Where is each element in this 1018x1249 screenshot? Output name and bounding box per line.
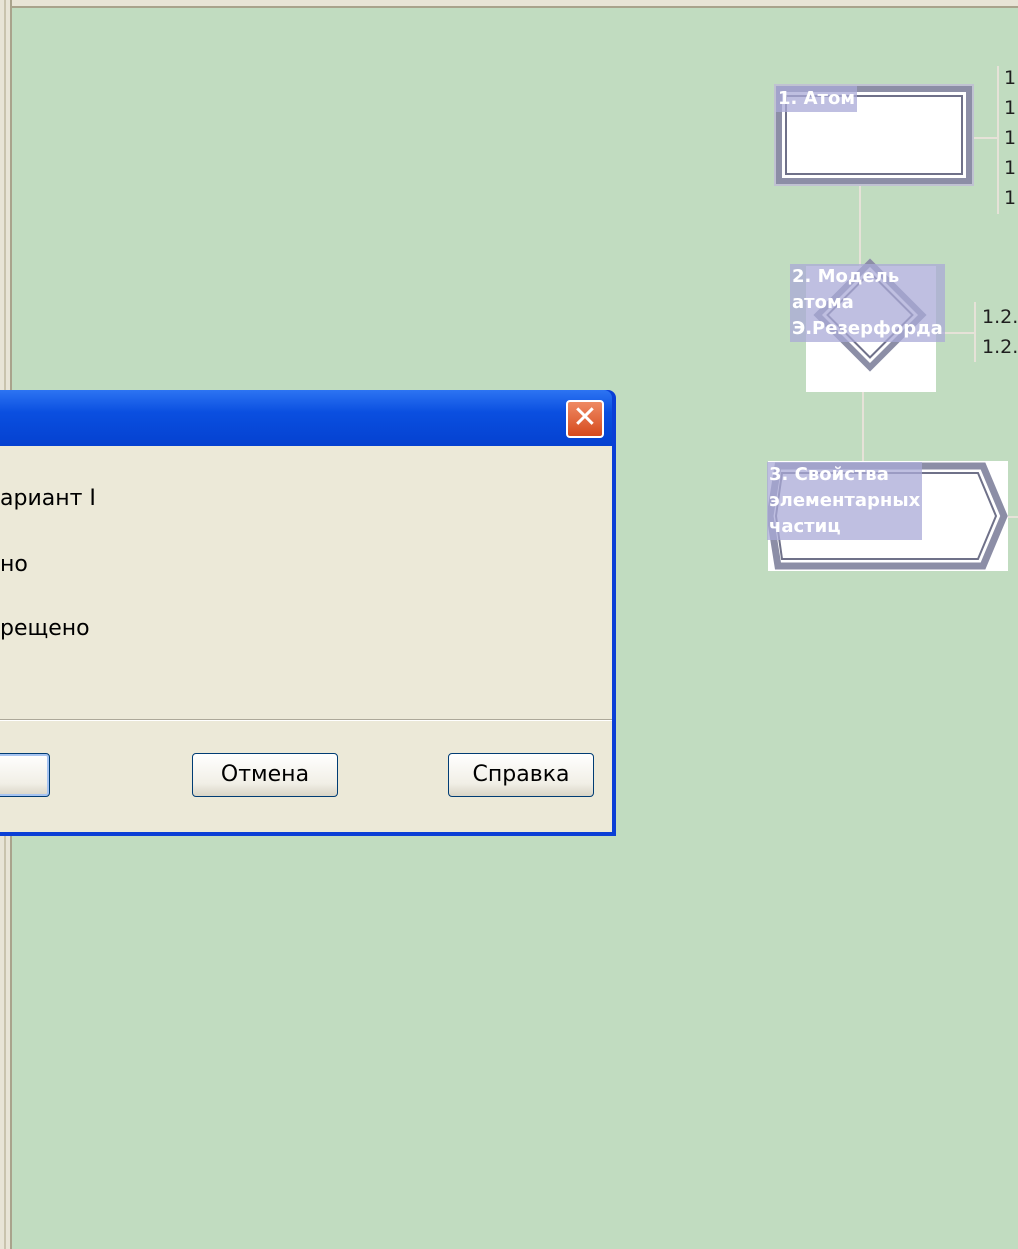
list-item: 1.2.	[982, 306, 1018, 328]
list-item: 1	[1004, 127, 1017, 149]
help-button[interactable]: Справка	[448, 753, 594, 797]
list-item: 1	[1004, 97, 1017, 119]
list-item: 1.2.	[982, 336, 1018, 358]
list-item: 1	[1004, 187, 1017, 209]
list-bracket	[997, 66, 999, 214]
dialog-window: ✕ ариант I но рещено Отмена Справка	[0, 390, 616, 836]
list-bracket	[974, 302, 976, 362]
dialog-option-forbidden[interactable]: рещено	[0, 616, 90, 641]
connector-line	[859, 184, 861, 266]
dialog-body: ариант I но рещено Отмена Справка	[0, 446, 612, 832]
cancel-button[interactable]: Отмена	[192, 753, 338, 797]
side-list-rutherford: 1.2. 1.2.	[982, 302, 1018, 362]
node-label-rutherford: 2. Модель атома Э.Резерфорда	[790, 264, 945, 342]
dialog-titlebar[interactable]: ✕	[0, 390, 612, 446]
dialog-separator	[0, 719, 612, 721]
side-list-atom: 1 1 1 1 1	[1004, 63, 1016, 213]
connector-line	[1008, 516, 1018, 518]
window-top-border	[0, 0, 1018, 8]
list-item: 1	[1004, 67, 1017, 89]
connector-line	[972, 137, 998, 139]
node-label-particles: 3. Свойства элементарных частиц	[767, 462, 923, 540]
list-item: 1	[1004, 157, 1017, 179]
node-label-atom: 1. Атом	[776, 86, 858, 112]
close-icon[interactable]: ✕	[566, 400, 604, 438]
ok-button[interactable]	[0, 753, 50, 797]
dialog-option-allowed[interactable]: но	[0, 552, 28, 577]
connector-line	[862, 392, 864, 462]
dialog-option-variant[interactable]: ариант I	[0, 486, 96, 511]
